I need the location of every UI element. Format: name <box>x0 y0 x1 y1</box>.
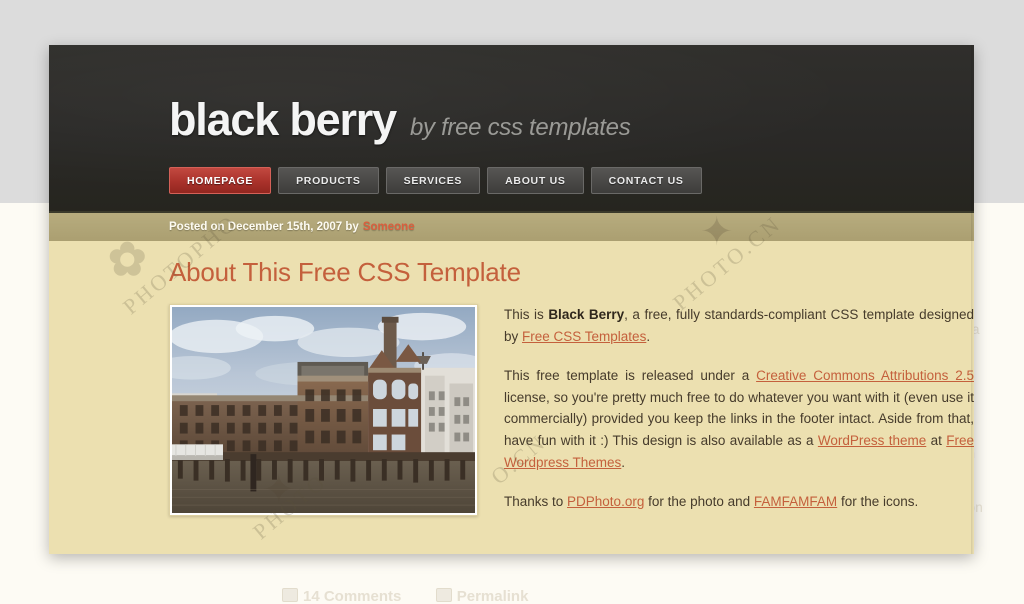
logo-tagline: by free css templates <box>409 114 631 141</box>
nav-item-contact-us[interactable]: CONTACT US <box>590 167 702 194</box>
paragraph-3: Thanks to PDPhoto.org for the photo and … <box>504 491 974 513</box>
p3-text-a: Thanks to <box>504 494 568 510</box>
post-body: This is Black Berry, a free, fully stand… <box>169 304 974 516</box>
link-famfamfam[interactable]: FAMFAMFAM <box>754 494 837 509</box>
nav-item-homepage[interactable]: HOMEPAGE <box>169 167 272 194</box>
website-card: black berry by free css templates HOMEPA… <box>49 45 974 554</box>
logo-text: black berry <box>169 94 397 145</box>
p2-text-c: at <box>926 433 947 449</box>
post-text-column: This is Black Berry, a free, fully stand… <box>504 304 974 516</box>
p2-text-end: . <box>621 455 626 471</box>
p3-text-b: for the photo and <box>644 494 754 510</box>
nav-item-about-us[interactable]: ABOUT US <box>487 167 584 194</box>
page-title: About This Free CSS Template <box>169 257 521 287</box>
nav-item-services[interactable]: SERVICES <box>385 167 481 194</box>
post-photo-column <box>169 304 478 516</box>
p1-text-end: . <box>646 328 651 344</box>
post-date-label: Posted on December 15th, 2007 by <box>169 221 359 233</box>
p1-text-a: This is <box>504 307 549 322</box>
link-wordpress-theme[interactable]: WordPress theme <box>818 433 926 448</box>
post-author-link[interactable]: Someone <box>363 221 415 233</box>
site-header: black berry by free css templates HOMEPA… <box>49 45 974 213</box>
site-logo[interactable]: black berry by free css templates <box>169 94 631 145</box>
post-meta-bar: Posted on December 15th, 2007 by Someone <box>49 213 974 241</box>
p2-text-a: This free template is released under a <box>504 367 757 383</box>
link-creative-commons[interactable]: Creative Commons Attributions 2.5 <box>756 368 974 383</box>
link-pdphoto[interactable]: PDPhoto.org <box>567 494 644 509</box>
link-free-css-templates[interactable]: Free CSS Templates <box>522 329 646 344</box>
nav-item-products[interactable]: PRODUCTS <box>278 167 379 194</box>
p1-strong-blackberry: Black Berry <box>548 307 625 322</box>
post-photo-frame <box>169 304 478 516</box>
paragraph-2: This free template is released under a C… <box>504 365 974 474</box>
paragraph-1: This is Black Berry, a free, fully stand… <box>504 304 974 348</box>
post-content: About This Free CSS Template This is Bla… <box>49 241 974 554</box>
main-navigation: HOMEPAGE PRODUCTS SERVICES ABOUT US CONT… <box>169 167 702 194</box>
p3-text-c: for the icons. <box>837 494 919 510</box>
waterfront-warehouse-photo <box>172 307 475 513</box>
